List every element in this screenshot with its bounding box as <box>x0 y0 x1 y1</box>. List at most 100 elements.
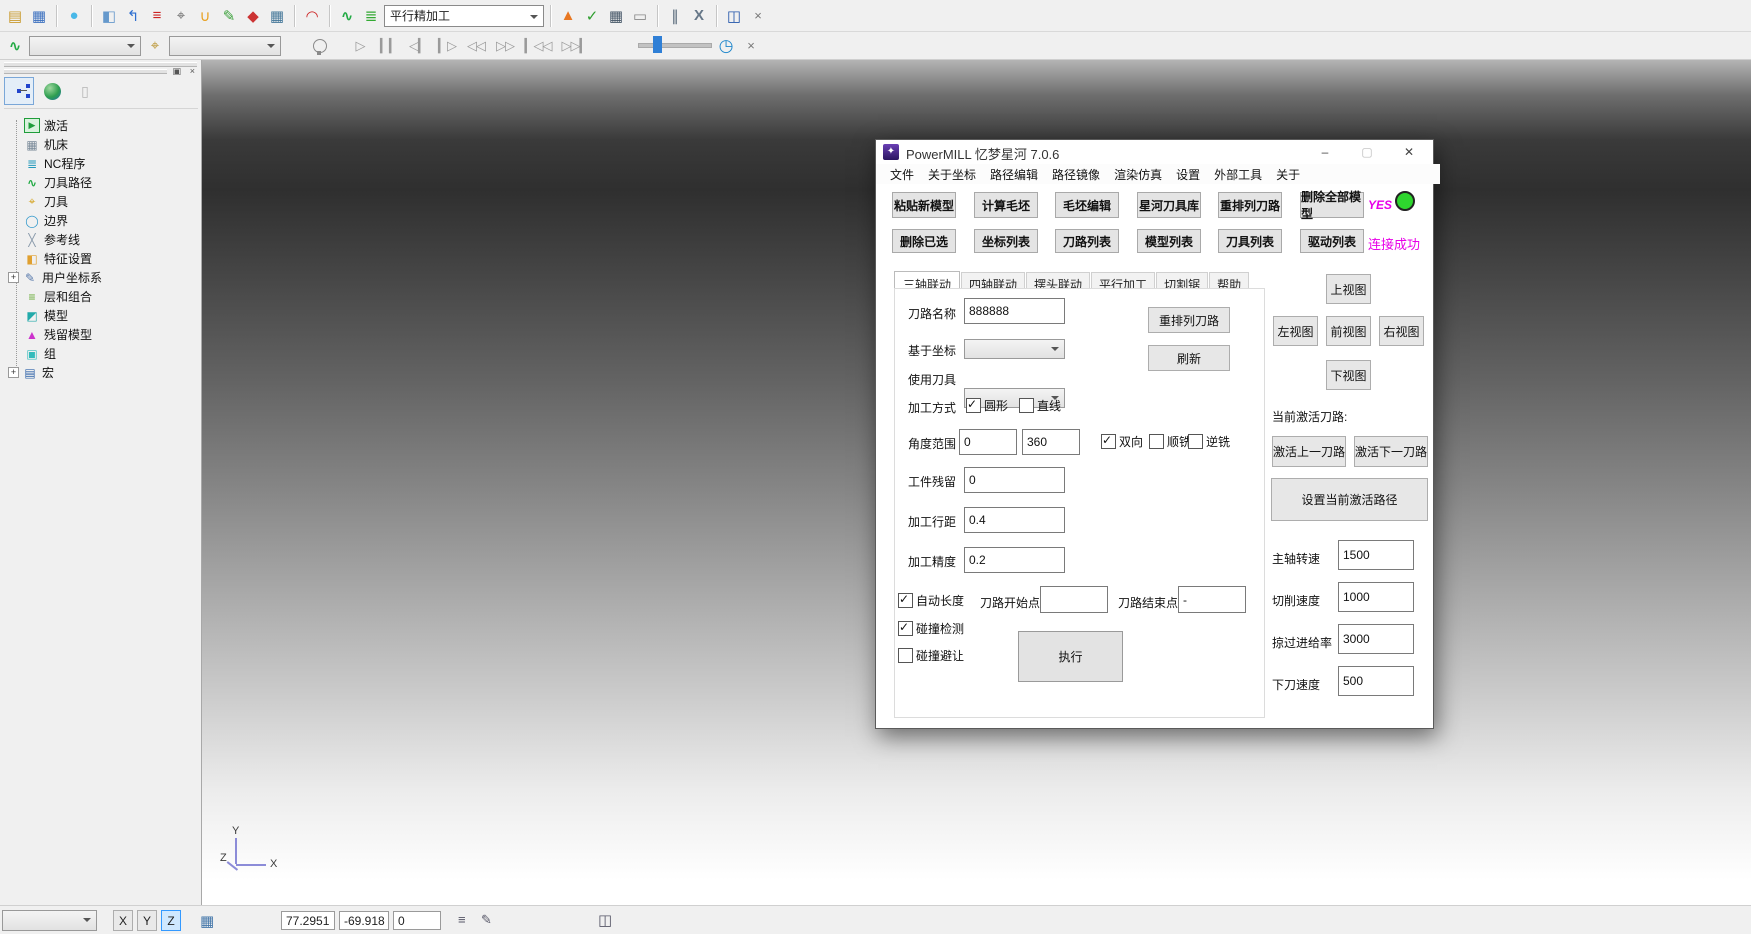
fast-forward-button[interactable]: ▷▷ <box>492 38 518 54</box>
circle-mode-checkbox[interactable]: 圆形 <box>966 397 1008 414</box>
menu-external-tools[interactable]: 外部工具 <box>1207 164 1269 185</box>
paste-new-model-button[interactable]: 粘贴新模型 <box>892 192 956 218</box>
axis-x-button[interactable]: X <box>113 910 133 931</box>
rearrange-toolpaths-button[interactable]: 重排列刀路 <box>1218 192 1282 218</box>
speed-slider-handle[interactable] <box>653 36 662 53</box>
split-panels-icon[interactable]: ◫ <box>598 911 612 929</box>
rearrange-button[interactable]: 重排列刀路 <box>1148 307 1230 333</box>
drive-list-button[interactable]: 驱动列表 <box>1300 229 1364 253</box>
tree-item-nc-program[interactable]: ≣NC程序 <box>24 154 85 173</box>
delete-selected-button[interactable]: 删除已选 <box>892 229 956 253</box>
strategy-preset-dropdown[interactable]: 平行精加工 <box>384 5 544 27</box>
view-bottom-button[interactable]: 下视图 <box>1326 360 1371 390</box>
tree-item-machine[interactable]: ▦机床 <box>24 135 68 154</box>
toolpath-list-button[interactable]: 刀路列表 <box>1055 229 1119 253</box>
menu-path-edit[interactable]: 路径编辑 <box>983 164 1045 185</box>
view-front-button[interactable]: 前视图 <box>1326 316 1371 346</box>
toolpath-icon[interactable]: ∿ <box>336 5 358 27</box>
tree-item-feature-set[interactable]: ◧特征设置 <box>24 249 92 268</box>
explorer-globe-button[interactable] <box>37 77 67 105</box>
view-right-button[interactable]: 右视图 <box>1379 316 1424 346</box>
burn-toolpath-icon[interactable]: ▲ <box>557 5 579 27</box>
tree-item-stock-model[interactable]: ▲残留模型 <box>24 325 92 344</box>
stock-remain-input[interactable]: 0 <box>964 467 1065 493</box>
tree-item-tool[interactable]: ⌖刀具 <box>24 192 68 211</box>
based-coord-select[interactable] <box>964 339 1065 359</box>
lightbulb-icon[interactable] <box>313 39 327 53</box>
conventional-mill-checkbox[interactable]: 逆铣 <box>1188 433 1230 450</box>
menu-file[interactable]: 文件 <box>883 164 921 185</box>
minimize-button[interactable]: – <box>1304 140 1346 164</box>
coord-y-field[interactable]: -69.918 <box>339 911 389 930</box>
spindle-speed-input[interactable]: 1500 <box>1338 540 1414 570</box>
block-icon[interactable]: ◧ <box>98 5 120 27</box>
expand-plus-icon[interactable] <box>8 367 19 378</box>
dialog-titlebar[interactable]: ✦ PowerMILL 忆梦星河 7.0.6 – ▢ ✕ <box>876 140 1433 165</box>
menu-render-sim[interactable]: 渲染仿真 <box>1107 164 1169 185</box>
statusbar-select[interactable] <box>2 910 97 931</box>
ruler-icon[interactable]: ▭ <box>629 5 651 27</box>
clock-icon[interactable]: ◷ <box>715 35 737 57</box>
toolpath-name-input[interactable]: 888888 <box>964 298 1065 324</box>
tree-item-activate[interactable]: ▶激活 <box>24 116 68 135</box>
axis-z-button[interactable]: Z <box>161 910 181 931</box>
menu-settings[interactable]: 设置 <box>1169 164 1207 185</box>
delete-all-models-button[interactable]: 删除全部模型 <box>1300 192 1364 218</box>
tree-item-model[interactable]: ◩模型 <box>24 306 68 325</box>
angle-from-input[interactable]: 0 <box>959 429 1017 455</box>
tolerance-input[interactable]: 0.2 <box>964 547 1065 573</box>
calculator-icon[interactable]: ▦ <box>605 5 627 27</box>
expand-plus-icon[interactable] <box>8 272 19 283</box>
set-active-path-button[interactable]: 设置当前激活路径 <box>1271 478 1428 521</box>
step-back-button[interactable]: ◁▎ <box>405 38 431 54</box>
compute-stock-button[interactable]: 计算毛坯 <box>974 192 1038 218</box>
close-button[interactable]: ✕ <box>1388 140 1430 164</box>
bidirectional-checkbox[interactable]: 双向 <box>1101 433 1143 450</box>
coord-z-field[interactable]: 0 <box>393 911 441 930</box>
tool-pair-icon[interactable]: ∥ <box>664 5 686 27</box>
pattern-icon[interactable]: ◆ <box>242 5 264 27</box>
activate-next-toolpath-button[interactable]: 激活下一刀路 <box>1354 436 1428 467</box>
execute-button[interactable]: 执行 <box>1018 631 1123 682</box>
draw-options-icon[interactable]: ✎ <box>481 912 492 928</box>
view-left-button[interactable]: 左视图 <box>1273 316 1318 346</box>
collision-avoid-checkbox[interactable]: 碰撞避让 <box>898 647 964 664</box>
play-button[interactable]: ▷ <box>347 38 373 54</box>
explorer-tree-button[interactable] <box>4 77 34 105</box>
menu-about[interactable]: 关于 <box>1269 164 1307 185</box>
rewind-button[interactable]: ◁◁ <box>463 38 489 54</box>
holder-icon[interactable]: ∪ <box>194 5 216 27</box>
tool-block-icon[interactable]: ▦ <box>266 5 288 27</box>
open-project-icon[interactable]: ▤ <box>4 5 26 27</box>
tool-select[interactable] <box>169 36 281 56</box>
skim-feed-input[interactable]: 3000 <box>1338 624 1414 654</box>
cutting-feed-input[interactable]: 1000 <box>1338 582 1414 612</box>
close-toolbar-icon[interactable]: × <box>747 5 769 27</box>
feed-rate-icon[interactable]: ≡ <box>146 5 168 27</box>
menu-path-mirror[interactable]: 路径镜像 <box>1045 164 1107 185</box>
menu-about-coords[interactable]: 关于坐标 <box>921 164 983 185</box>
collision-check-checkbox[interactable]: 碰撞检测 <box>898 620 964 637</box>
speed-slider-track[interactable] <box>638 43 712 48</box>
end-point-input[interactable]: - <box>1178 586 1246 613</box>
verify-icon[interactable]: ✓ <box>581 5 603 27</box>
list-options-icon[interactable]: ≡ <box>458 912 466 927</box>
view-top-button[interactable]: 上视图 <box>1326 274 1371 304</box>
to-end-button[interactable]: ▷▷▎ <box>558 38 592 54</box>
rapid-move-icon[interactable]: ↰ <box>122 5 144 27</box>
workplane-edit-icon[interactable]: ✎ <box>218 5 240 27</box>
climb-mill-checkbox[interactable]: 顺铣 <box>1149 433 1191 450</box>
explorer-trash-button[interactable]: ▯ <box>70 77 100 105</box>
auto-length-checkbox[interactable]: 自动长度 <box>898 592 964 609</box>
tree-item-group[interactable]: ▣组 <box>24 344 56 363</box>
tool-icon[interactable]: ⌖ <box>170 5 192 27</box>
stock-edit-button[interactable]: 毛坯编辑 <box>1055 192 1119 218</box>
dock-grip[interactable] <box>4 62 197 67</box>
tool-library-button[interactable]: 星河刀具库 <box>1137 192 1201 218</box>
tree-item-toolpath[interactable]: ∿刀具路径 <box>24 173 92 192</box>
shading-icon[interactable]: ● <box>63 5 85 27</box>
angle-to-input[interactable]: 360 <box>1022 429 1080 455</box>
toolpath-select[interactable] <box>29 36 141 56</box>
line-mode-checkbox[interactable]: 直线 <box>1019 397 1061 414</box>
tree-item-macro[interactable]: ▤宏 <box>8 363 54 382</box>
